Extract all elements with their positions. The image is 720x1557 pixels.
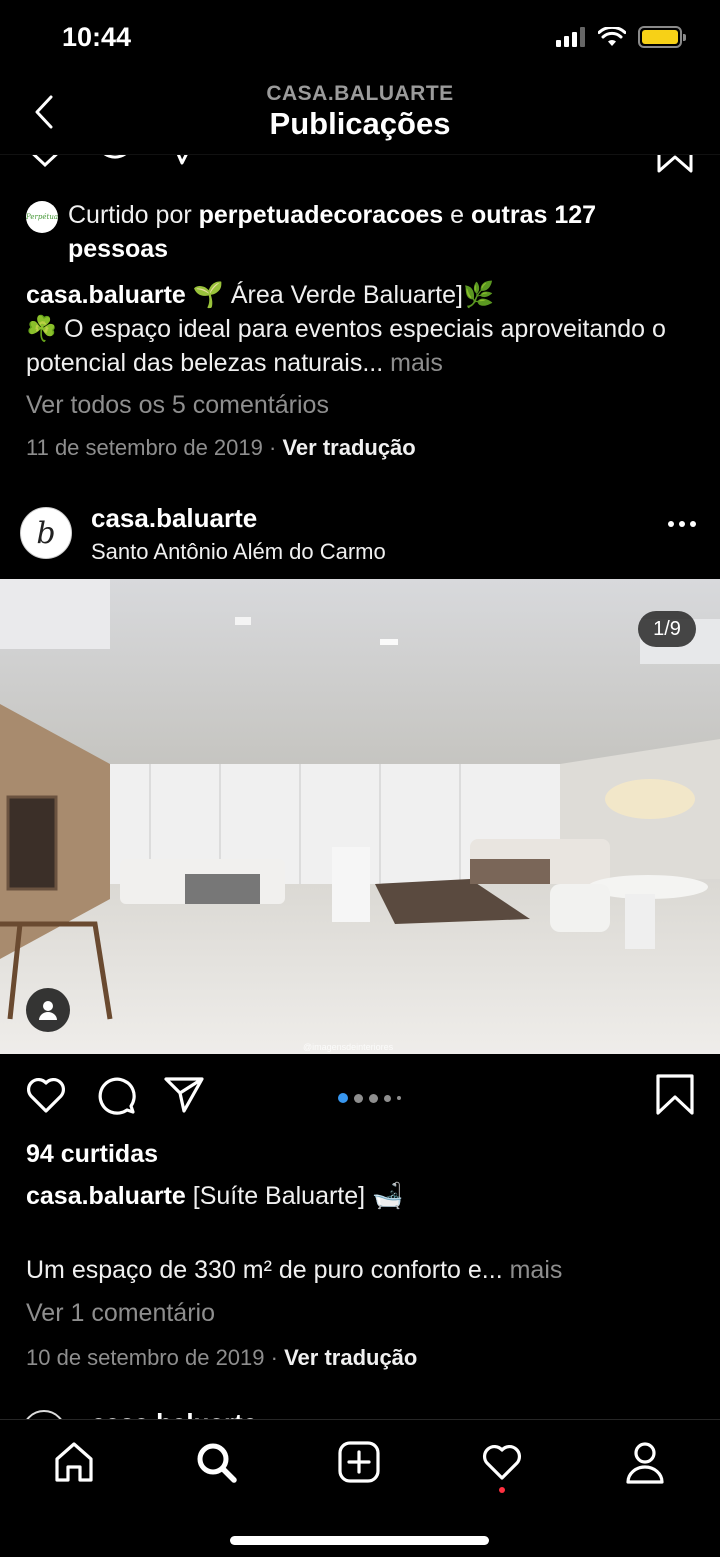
post-image[interactable]: 1/9 @imagensdeinteriores — [0, 579, 720, 1054]
post-header: b casa.baluarte Santo Antônio Além do Ca… — [0, 503, 720, 578]
nav-header: CASA.BALUARTE Publicações — [0, 80, 720, 155]
more-link[interactable]: mais — [383, 349, 443, 377]
translate-link[interactable]: Ver tradução — [284, 1345, 417, 1370]
comment-icon[interactable] — [94, 155, 136, 179]
search-icon — [197, 1443, 237, 1483]
user-icon — [39, 1001, 57, 1020]
caption-text: Um espaço de 330 m² de puro conforto e..… — [26, 1256, 503, 1284]
more-options-button[interactable] — [668, 521, 696, 527]
wifi-icon — [598, 27, 626, 46]
status-icons — [556, 26, 686, 48]
caption-text: ☘️ O espaço ideal para eventos especiais… — [26, 315, 666, 377]
liked-by-text: Curtido por perpetuadecoracoes e outras … — [68, 198, 696, 266]
bookmark-icon[interactable] — [656, 155, 694, 177]
tab-activity[interactable] — [478, 1438, 526, 1486]
tab-profile[interactable] — [621, 1438, 669, 1486]
post-date-row: 11 de setembro de 2019 · Ver tradução — [26, 435, 416, 461]
profile-icon — [626, 1442, 664, 1484]
caption-username[interactable]: casa.baluarte — [26, 281, 186, 309]
tab-bar — [0, 1419, 720, 1557]
carousel-indicator — [338, 1093, 401, 1103]
post-date: 10 de setembro de 2019 — [26, 1345, 265, 1370]
comment-icon[interactable] — [94, 1073, 138, 1117]
view-comments-link[interactable]: Ver todos os 5 comentários — [26, 391, 329, 420]
view-comments-link[interactable]: Ver 1 comentário — [26, 1299, 215, 1328]
carousel-dot — [369, 1093, 378, 1103]
post-caption: casa.baluarte 🌱 Área Verde Baluarte]🌿 ☘️… — [26, 278, 696, 380]
tab-search[interactable] — [192, 1438, 240, 1486]
heart-icon[interactable] — [24, 155, 66, 179]
header-account: CASA.BALUARTE — [266, 82, 454, 105]
post-username[interactable]: casa.baluarte — [91, 1408, 257, 1419]
activity-heart-icon — [483, 1445, 521, 1480]
separator: · — [262, 435, 283, 460]
post-caption: casa.baluarte [Suíte Baluarte] 🛁 — [26, 1182, 403, 1211]
heart-icon[interactable] — [24, 1073, 68, 1117]
liker-avatar[interactable]: Perpétua — [26, 201, 58, 233]
new-post-icon — [338, 1441, 380, 1483]
liked-by-row[interactable]: Perpétua Curtido por perpetuadecoracoes … — [26, 198, 696, 266]
previous-post-actions — [0, 155, 720, 185]
battery-icon — [638, 26, 686, 48]
liked-mid: e — [443, 201, 471, 229]
post-date: 11 de setembro de 2019 — [26, 435, 263, 460]
post-username[interactable]: casa.baluarte — [91, 503, 257, 534]
home-icon — [55, 1442, 93, 1482]
carousel-dot-active — [338, 1093, 348, 1103]
image-watermark: @imagensdeinteriores — [303, 1042, 394, 1052]
liker-username[interactable]: perpetuadecoracoes — [199, 201, 444, 229]
post-date-row: 10 de setembro de 2019 · Ver tradução — [26, 1345, 417, 1371]
post-actions — [0, 1073, 720, 1123]
share-icon[interactable] — [172, 155, 196, 175]
bookmark-icon[interactable] — [654, 1073, 696, 1117]
caption-username[interactable]: casa.baluarte — [26, 1182, 186, 1210]
separator: · — [264, 1345, 285, 1370]
carousel-dot — [397, 1096, 401, 1100]
share-icon[interactable] — [162, 1073, 206, 1117]
page-title: Publicações — [269, 106, 451, 141]
post-caption-continued: Um espaço de 330 m² de puro conforto e..… — [26, 1256, 562, 1285]
notification-dot — [499, 1487, 505, 1493]
signal-icon — [556, 27, 585, 47]
status-bar: 10:44 — [0, 0, 720, 80]
feed[interactable]: Perpétua Curtido por perpetuadecoracoes … — [0, 155, 720, 1419]
carousel-dot — [384, 1094, 391, 1102]
caption-text: [Suíte Baluarte] 🛁 — [185, 1182, 404, 1210]
image-counter: 1/9 — [638, 611, 696, 647]
tab-home[interactable] — [50, 1438, 98, 1486]
caption-text: 🌱 Área Verde Baluarte]🌿 — [185, 281, 495, 309]
likes-count[interactable]: 94 curtidas — [26, 1140, 158, 1169]
avatar[interactable] — [22, 1410, 66, 1419]
carousel-dot — [354, 1093, 363, 1103]
more-link[interactable]: mais — [503, 1256, 563, 1284]
liked-prefix: Curtido por — [68, 201, 199, 229]
interior-photo — [0, 579, 720, 1054]
home-indicator[interactable] — [230, 1536, 489, 1545]
translate-link[interactable]: Ver tradução — [282, 435, 415, 460]
avatar[interactable]: b — [20, 507, 72, 559]
status-time: 10:44 — [62, 22, 132, 52]
tab-new-post[interactable] — [335, 1438, 383, 1486]
tagged-people-button[interactable] — [26, 988, 70, 1032]
post-location[interactable]: Santo Antônio Além do Carmo — [91, 539, 386, 565]
